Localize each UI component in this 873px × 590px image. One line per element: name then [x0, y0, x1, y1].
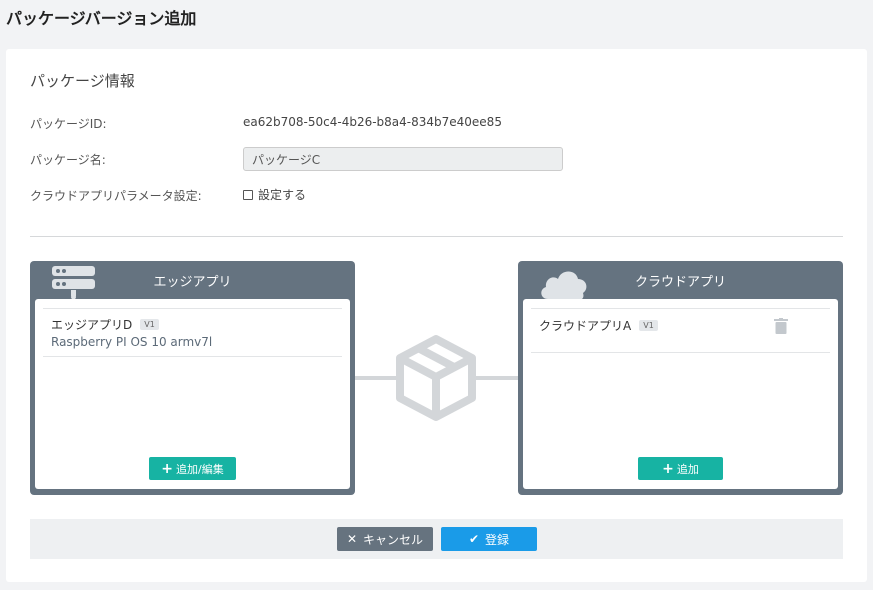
close-icon: ✕ [346, 532, 358, 546]
plus-icon: + [161, 460, 173, 477]
version-badge: V1 [140, 319, 159, 330]
save-button[interactable]: ✔ 登録 [441, 527, 537, 551]
cancel-button[interactable]: ✕ キャンセル [337, 527, 433, 551]
main-card: パッケージ情報 パッケージID: ea62b708-50c4-4b26-b8a4… [6, 49, 867, 582]
edge-app-os: Raspberry PI OS 10 armv7l [51, 335, 213, 349]
edge-app-panel: エッジアプリ エッジアプリD V1 Raspberry PI OS 10 arm… [30, 261, 355, 495]
cloud-param-checkbox[interactable] [243, 189, 253, 200]
edge-app-item[interactable]: エッジアプリD V1 Raspberry PI OS 10 armv7l [43, 308, 342, 357]
cloud-app-name: クラウドアプリA [539, 319, 632, 333]
add-edit-button[interactable]: + 追加/編集 [149, 457, 236, 480]
cloud-panel-title: クラウドアプリ [634, 275, 726, 290]
page-title: パッケージバージョン追加 [6, 9, 197, 28]
version-badge: V1 [639, 320, 658, 331]
cloud-param-label: クラウドアプリパラメータ設定: [30, 189, 202, 203]
package-name-input[interactable] [243, 147, 563, 171]
cloud-app-list: クラウドアプリA V1 + 追加 [523, 299, 838, 489]
package-box-icon [396, 335, 476, 421]
add-button[interactable]: + 追加 [638, 457, 723, 480]
cloud-param-option[interactable]: 設定する [243, 186, 306, 203]
add-edit-button-label: 追加/編集 [176, 462, 224, 476]
cloud-app-item[interactable]: クラウドアプリA V1 [531, 308, 830, 353]
edge-app-name: エッジアプリD [51, 318, 133, 332]
cloud-param-checkbox-label[interactable]: 設定する [258, 186, 306, 203]
section-title: パッケージ情報 [30, 72, 135, 90]
edge-panel-title: エッジアプリ [153, 275, 232, 290]
edge-app-list: エッジアプリD V1 Raspberry PI OS 10 armv7l + 追… [35, 299, 350, 489]
plus-icon: + [662, 460, 674, 477]
add-button-label: 追加 [676, 462, 699, 476]
trash-icon[interactable] [774, 318, 788, 334]
cloud-app-panel: クラウドアプリ クラウドアプリA V1 + 追加 [518, 261, 843, 495]
footer-bar: ✕ キャンセル ✔ 登録 [30, 519, 843, 559]
cancel-button-label: キャンセル [363, 532, 424, 547]
save-button-label: 登録 [485, 532, 510, 547]
package-id-value: ea62b708-50c4-4b26-b8a4-834b7e40ee85 [243, 115, 502, 129]
check-icon: ✔ [468, 532, 480, 546]
package-name-label: パッケージ名: [30, 153, 106, 167]
divider [30, 236, 843, 237]
package-id-label: パッケージID: [30, 117, 107, 131]
